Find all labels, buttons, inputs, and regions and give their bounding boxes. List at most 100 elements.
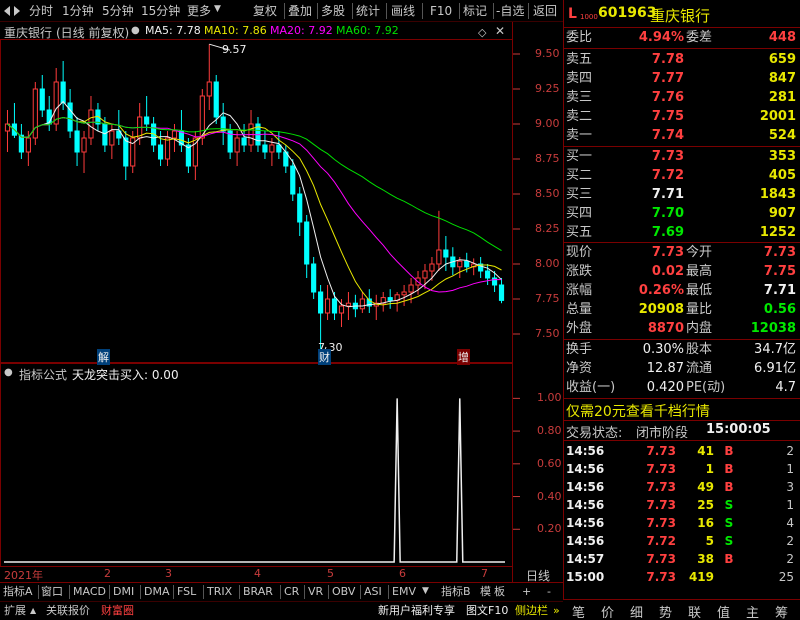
kline-chart: [0, 22, 520, 583]
fin-label: 股本: [686, 342, 713, 357]
stat-value: 0.56: [763, 302, 796, 317]
tab-brar[interactable]: BRAR: [243, 584, 273, 600]
ask-volume: 659: [768, 52, 796, 67]
candle-up: [88, 109, 94, 139]
tick-count: 1: [786, 462, 794, 476]
formula-label[interactable]: 指标公式: [19, 366, 67, 383]
sub-settings-icon[interactable]: ●: [4, 367, 13, 378]
panel-tab[interactable]: 细: [630, 602, 643, 620]
tab-divider: [360, 585, 361, 599]
candle-down: [387, 297, 393, 301]
candle-down: [485, 270, 491, 279]
bid-label: 买二: [566, 168, 593, 183]
weicha-value: 448: [768, 30, 796, 45]
promo-link[interactable]: 仅需20元查看千档行情: [566, 401, 710, 421]
sub-tick-label: 1.00: [537, 391, 562, 405]
tick-count: 2: [786, 444, 794, 458]
tick-row: 14:56 7.73 25 S 1: [566, 496, 798, 514]
sub-frame: [0, 363, 513, 567]
tab-sidebar[interactable]: 侧边栏: [515, 603, 548, 619]
tick-time: 15:00: [566, 570, 605, 584]
panel-tab[interactable]: 主: [746, 602, 759, 620]
panel-tab[interactable]: 价: [601, 602, 614, 620]
panel-tab[interactable]: 值: [717, 602, 730, 620]
tick-time: 14:56: [566, 498, 605, 512]
price-tick-label: 8.50: [535, 187, 560, 200]
tab-divider: [239, 585, 240, 599]
zoom-out-button[interactable]: -: [547, 584, 551, 600]
stat-value: 7.75: [763, 264, 796, 279]
tab-f10-graphic[interactable]: 图文F10: [466, 603, 508, 619]
ask-price: 7.76: [651, 90, 684, 105]
ask-price: 7.78: [651, 52, 684, 67]
event-marker-zeng[interactable]: 增: [457, 349, 470, 365]
tab-asi[interactable]: ASI: [364, 584, 382, 600]
candle-down: [304, 221, 310, 265]
tab-indicator-a[interactable]: 指标A: [3, 584, 33, 600]
tick-time: 14:56: [566, 534, 605, 548]
tick-side: B: [724, 552, 734, 566]
candle-up: [25, 137, 31, 153]
tab-dma[interactable]: DMA: [144, 584, 170, 600]
tick-time: 14:56: [566, 444, 605, 458]
tab-vr[interactable]: VR: [308, 584, 323, 600]
panel-tab[interactable]: 联: [688, 602, 701, 620]
fin-row: 换手 0.30% 股本 34.7亿: [566, 341, 798, 359]
tab-obv[interactable]: OBV: [332, 584, 355, 600]
tab-template[interactable]: 模: [480, 584, 491, 600]
tab-fsl[interactable]: FSL: [177, 584, 196, 600]
stat-value: 0.02: [651, 264, 684, 279]
tab-window[interactable]: 窗口: [41, 584, 63, 600]
tick-volume: 38: [697, 552, 714, 566]
weibi-row: 委比 4.94% 委差 448: [566, 29, 798, 47]
date-tick: 4: [254, 567, 261, 580]
sidebar-arrow-icon[interactable]: »: [553, 604, 560, 617]
candle-down: [123, 137, 129, 167]
ask-label: 卖二: [566, 109, 593, 124]
event-marker-cai[interactable]: 财: [318, 349, 331, 365]
ask-label: 卖三: [566, 90, 593, 105]
panel-tab[interactable]: 势: [659, 602, 672, 620]
sub-tick-label: 0.40: [537, 489, 562, 503]
bid-volume: 907: [768, 206, 796, 221]
ask-volume: 281: [768, 90, 796, 105]
tab-board[interactable]: 板: [494, 584, 505, 600]
tabs-expand-icon[interactable]: ▼: [422, 586, 429, 596]
bid-volume: 1843: [759, 187, 796, 202]
candle-up: [234, 137, 240, 153]
stat-label: 量比: [686, 302, 713, 317]
tab-divider: [328, 585, 329, 599]
price-tick-label: 9.50: [535, 47, 560, 60]
tab-dmi[interactable]: DMI: [113, 584, 134, 600]
tab-indicator-b[interactable]: 指标B: [441, 584, 471, 600]
tab-emv[interactable]: EMV: [392, 584, 416, 600]
zoom-in-button[interactable]: +: [522, 584, 531, 600]
candle-down: [311, 263, 317, 293]
trade-time: 15:00:05: [706, 422, 771, 437]
bid-label: 买三: [566, 187, 593, 202]
tick-side: B: [724, 480, 734, 494]
extend-chevron-icon[interactable]: ▲: [30, 606, 36, 615]
fin-value: 4.7: [775, 380, 796, 395]
stat-value: 0.26%: [638, 283, 684, 298]
event-marker-jie[interactable]: 解: [97, 349, 110, 365]
tab-extend[interactable]: 扩展: [4, 603, 26, 619]
tab-cr[interactable]: CR: [284, 584, 299, 600]
tab-fortune-circle[interactable]: 财富圈: [101, 603, 134, 619]
new-user-welfare-link[interactable]: 新用户福利专享: [378, 603, 455, 619]
panel-tab[interactable]: 笔: [572, 602, 585, 620]
date-tick: 2021年: [4, 569, 43, 582]
panel-tabs: [563, 599, 800, 620]
tick-row: 14:57 7.73 38 B 2: [566, 550, 798, 568]
panel-tab[interactable]: 筹: [775, 602, 788, 620]
tab-trix[interactable]: TRIX: [207, 584, 232, 600]
stat-value: 12038: [750, 321, 796, 336]
tab-macd[interactable]: MACD: [73, 584, 106, 600]
fin-label: 换手: [566, 342, 593, 357]
ask-volume: 847: [768, 71, 796, 86]
tick-volume: 16: [697, 516, 714, 530]
bid-row: 买一 7.73 353: [566, 148, 798, 166]
candle-down: [262, 144, 268, 153]
candle-down: [144, 116, 150, 125]
tab-related-quote[interactable]: 关联报价: [46, 603, 90, 619]
